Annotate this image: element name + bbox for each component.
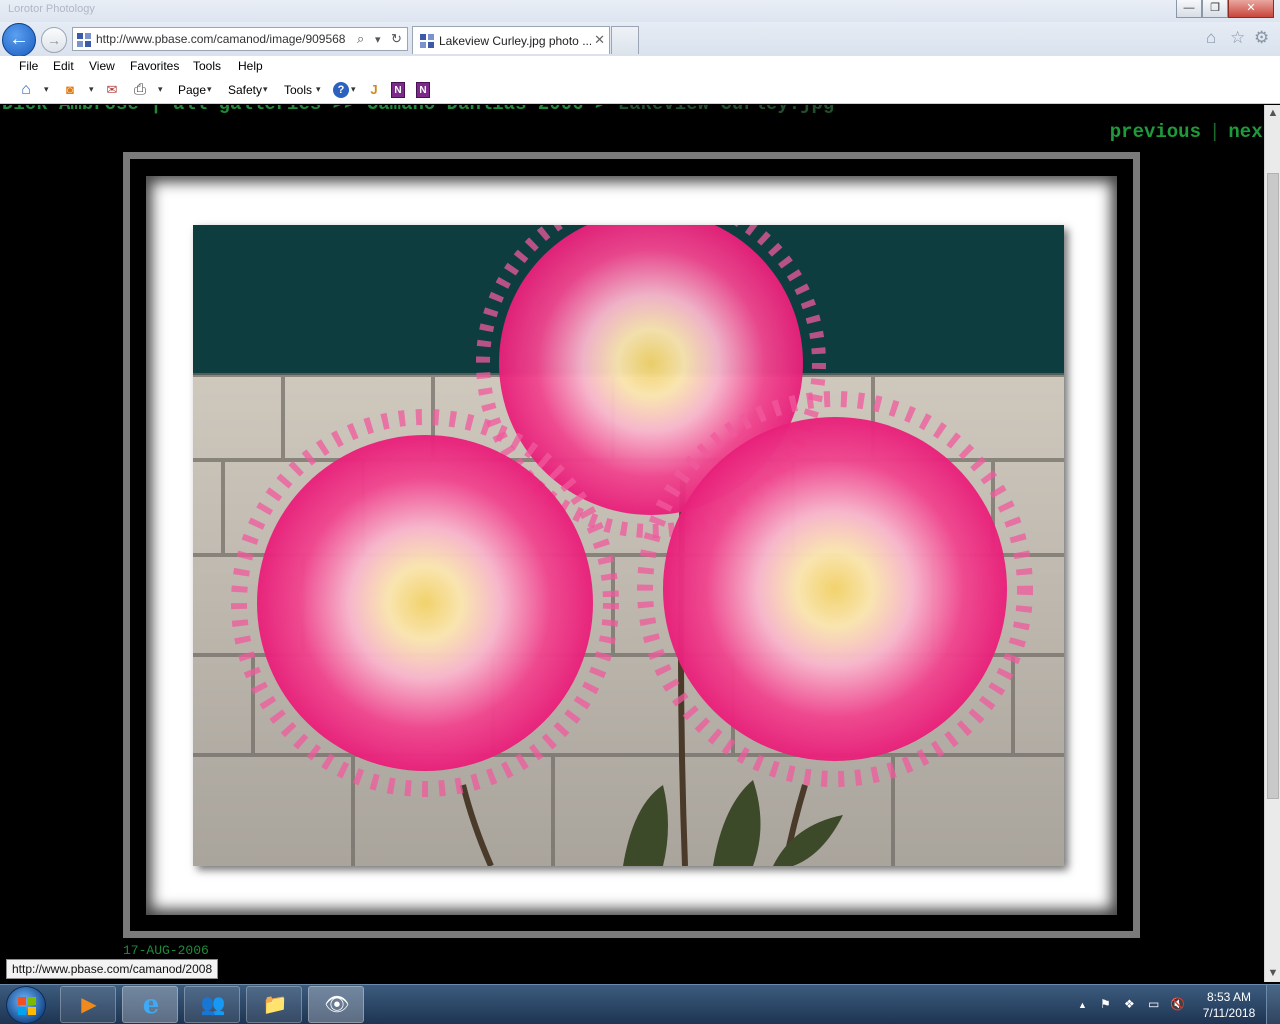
volume-muted-icon[interactable]: 🔇 — [1170, 997, 1185, 1011]
internet-explorer-icon: e — [142, 990, 160, 1020]
address-dropdown-icon[interactable]: ▾ — [375, 33, 381, 46]
navigation-bar: ← → http://www.pbase.com/camanod/image/9… — [0, 22, 1280, 57]
media-player-icon: ▶ — [81, 994, 97, 1016]
clock-time: 8:53 AM — [1206, 990, 1252, 1004]
mail-icon[interactable]: ✉ — [104, 82, 120, 98]
breadcrumb: Dick Ambrose | all galleries >> Camano D… — [2, 105, 834, 115]
scroll-up-icon[interactable]: ▲ — [1265, 105, 1280, 122]
status-url-tooltip: http://www.pbase.com/camanod/2008 — [6, 959, 219, 979]
safety-caret-icon: ▾ — [263, 84, 268, 94]
tab-lakeview-curley[interactable]: Lakeview Curley.jpg photo ... ✕ — [412, 26, 610, 54]
tab-title: Lakeview Curley.jpg photo ... — [439, 34, 591, 48]
help-caret-icon[interactable]: ▾ — [351, 84, 356, 95]
page-caret-icon: ▾ — [207, 84, 212, 94]
taskbar-internet-explorer[interactable]: e — [122, 986, 178, 1023]
photo-mat — [146, 176, 1117, 915]
dahlia-photo-image — [193, 225, 1064, 866]
taskbar-file-explorer[interactable]: 📁 — [246, 986, 302, 1023]
tools-caret-icon: ▾ — [316, 84, 321, 94]
close-button[interactable]: ✕ — [1228, 0, 1274, 18]
dropbox-icon[interactable]: ❖ — [1124, 997, 1135, 1011]
taskbar: ▶ e 👥 📁 👁 ▲ ⚑ ❖ ▭ 🔇 8:53 AM 7/11/2018 — [0, 984, 1280, 1024]
vertical-scrollbar[interactable]: ▲ ▼ — [1264, 105, 1280, 982]
network-icon[interactable]: ▭ — [1148, 997, 1159, 1011]
help-icon[interactable]: ? — [333, 82, 349, 98]
scroll-thumb[interactable] — [1267, 173, 1279, 799]
menu-file[interactable]: File — [19, 59, 38, 73]
system-clock[interactable]: 8:53 AM 7/11/2018 — [1196, 989, 1262, 1021]
home-command-icon[interactable]: ⌂ — [18, 82, 34, 98]
title-bar: Lorotor Photology — ❐ ✕ — [0, 0, 1280, 22]
next-link[interactable]: next — [1228, 121, 1264, 143]
menu-view[interactable]: View — [89, 59, 115, 73]
refresh-icon[interactable]: ↻ — [391, 31, 402, 47]
menu-edit[interactable]: Edit — [53, 59, 74, 73]
show-desktop-button[interactable] — [1266, 985, 1280, 1024]
onenote-addon-icon[interactable]: N — [391, 82, 405, 98]
feeds-dropdown-icon[interactable]: ▾ — [89, 84, 94, 95]
eye-icon: 👁 — [324, 994, 350, 1016]
scroll-down-icon[interactable]: ▼ — [1265, 965, 1280, 982]
print-dropdown-icon[interactable]: ▾ — [158, 84, 163, 95]
menu-favorites[interactable]: Favorites — [130, 59, 179, 73]
new-tab-button[interactable] — [611, 26, 639, 54]
clock-date: 7/11/2018 — [1202, 1006, 1256, 1020]
action-center-flag-icon[interactable]: ⚑ — [1100, 997, 1111, 1011]
safety-menu[interactable]: Safety — [228, 83, 262, 97]
tab-favicon-icon — [420, 34, 434, 48]
address-bar[interactable]: http://www.pbase.com/camanod/image/90956… — [72, 27, 408, 51]
taskbar-media-player[interactable]: ▶ — [60, 986, 116, 1023]
page-content: Dick Ambrose | all galleries >> Camano D… — [0, 105, 1264, 982]
java-addon-icon[interactable]: J — [366, 82, 382, 98]
back-button[interactable]: ← — [2, 23, 36, 57]
photo-date: 17-AUG-2006 — [123, 943, 209, 958]
dahlia-photo[interactable] — [193, 225, 1064, 866]
tab-close-icon[interactable]: ✕ — [594, 32, 605, 48]
start-button[interactable] — [6, 986, 46, 1024]
users-icon: 👥 — [200, 994, 226, 1016]
menu-help[interactable]: Help — [238, 59, 263, 73]
folder-icon: 📁 — [262, 994, 288, 1016]
print-icon[interactable]: ⎙ — [132, 82, 148, 98]
window-title: Lorotor Photology — [8, 3, 95, 15]
tools-menu[interactable]: Tools — [284, 83, 312, 97]
browser-window: Lorotor Photology — ❐ ✕ ← → http://www.p… — [0, 0, 1280, 1024]
command-bar: ⌂ ▾ ◙ ▾ ✉ ⎙ ▾ Page ▾ Safety ▾ Tools ▾ ? … — [0, 78, 1280, 104]
menu-bar: File Edit View Favorites Tools Help — [0, 56, 1280, 78]
windows-logo-icon — [18, 997, 36, 1015]
taskbar-users[interactable]: 👥 — [184, 986, 240, 1023]
page-menu[interactable]: Page — [178, 83, 206, 97]
previous-link[interactable]: previous — [1110, 121, 1201, 143]
photo-frame — [123, 152, 1140, 938]
home-dropdown-icon[interactable]: ▾ — [44, 84, 49, 95]
search-icon[interactable]: ⌕ — [357, 31, 364, 47]
forward-button[interactable]: → — [41, 27, 67, 53]
minimize-button[interactable]: — — [1176, 0, 1202, 18]
feeds-icon[interactable]: ◙ — [62, 82, 78, 98]
image-navigation: previous | next — [1110, 121, 1264, 143]
maximize-button[interactable]: ❐ — [1202, 0, 1228, 18]
favorites-star-icon[interactable]: ☆ — [1230, 28, 1245, 48]
settings-gear-icon[interactable]: ⚙ — [1254, 28, 1269, 48]
home-icon[interactable]: ⌂ — [1206, 28, 1216, 48]
breadcrumb-links[interactable]: Dick Ambrose | all galleries >> Camano D… — [2, 105, 618, 115]
menu-tools[interactable]: Tools — [193, 59, 221, 73]
address-url[interactable]: http://www.pbase.com/camanod/image/90956… — [96, 32, 354, 46]
site-favicon-icon — [77, 33, 91, 47]
onenote-linked-icon[interactable]: N — [416, 82, 430, 98]
show-hidden-icons[interactable]: ▲ — [1078, 1000, 1087, 1010]
nav-separator: | — [1208, 121, 1221, 143]
taskbar-photo-app[interactable]: 👁 — [308, 986, 364, 1023]
breadcrumb-current: Lakeview Curley.jpg — [618, 105, 835, 115]
